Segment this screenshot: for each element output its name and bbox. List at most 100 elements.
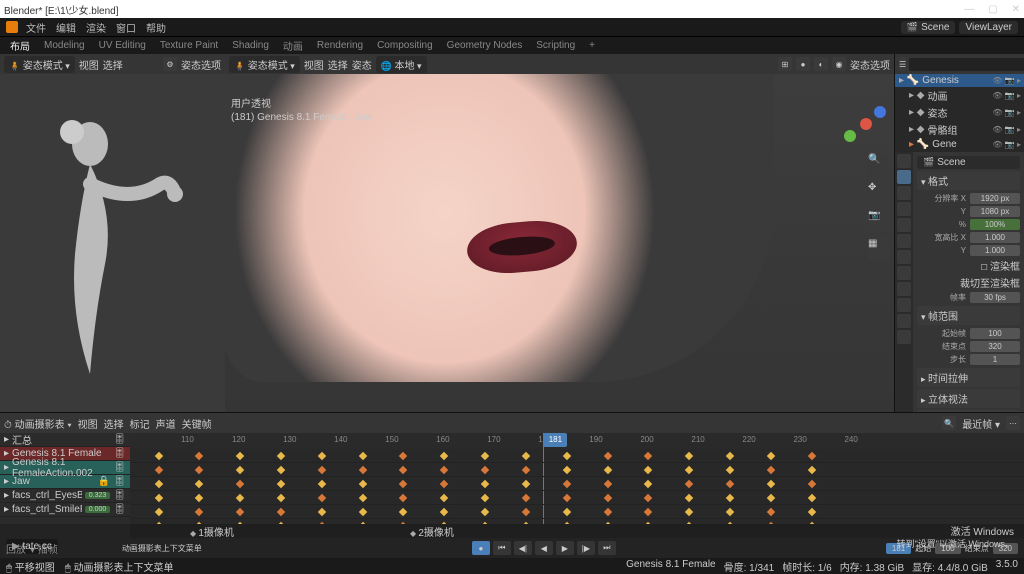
play-reverse-button[interactable]: ◀ (535, 541, 553, 555)
tab-layout[interactable]: 布局 (10, 38, 30, 53)
tab-data-icon[interactable] (897, 314, 911, 328)
menu-window[interactable]: 窗口 (116, 20, 136, 35)
fps-field[interactable]: 30 fps (970, 292, 1020, 303)
menu-render[interactable]: 渲染 (86, 20, 106, 35)
shading-solid-icon[interactable]: ● (796, 57, 810, 71)
watermark: ▶ tate.cc (6, 539, 58, 554)
panel-format[interactable]: ▾ 格式 (917, 171, 1020, 190)
minimize-icon[interactable]: — (964, 4, 974, 15)
shading-rendered-icon[interactable]: ◉ (832, 57, 846, 71)
menu-help[interactable]: 帮助 (146, 20, 166, 35)
viewport-overlay-text: 用户透视 (181) Genesis 8.1 Female : Jaw (231, 98, 373, 124)
autokey-button[interactable]: ● (472, 541, 490, 555)
outliner-header: ☰ ▼ (895, 54, 1024, 74)
orientation-selector[interactable]: 🌐 本地 ▾ (376, 56, 427, 73)
tl-menu-key[interactable]: 关键帧 (182, 416, 212, 431)
shading-wireframe-icon[interactable]: ⊞ (778, 57, 792, 71)
nav-gizmo[interactable] (844, 102, 888, 146)
menu-file[interactable]: 文件 (26, 20, 46, 35)
vp-menu-view2[interactable]: 视图 (304, 57, 324, 72)
tab-world-icon[interactable] (897, 218, 911, 232)
aspect-x-field[interactable]: 1.000 (970, 232, 1020, 243)
tab-shading[interactable]: Shading (232, 40, 269, 51)
play-button[interactable]: ▶ (556, 541, 574, 555)
outliner-search[interactable] (909, 58, 1024, 71)
playback-bar: 回放 ▾ 插帧 动画摄影表上下文菜单 ● ⏮ ◀| ◀ ▶ |▶ ⏭ 181 起… (0, 538, 1024, 558)
shading-material-icon[interactable]: ◐ (814, 57, 828, 71)
tab-physics-icon[interactable] (897, 282, 911, 296)
tab-render-icon[interactable] (897, 154, 911, 168)
tl-footer-text: 动画摄影表上下文菜单 (122, 543, 202, 554)
perspective-icon[interactable]: ▦ (868, 238, 890, 260)
mode-selector-left[interactable]: 🧍 姿态模式 ▾ (4, 56, 75, 73)
maximize-icon[interactable]: ▢ (988, 4, 997, 15)
outliner-tree[interactable]: ▸ 🦴Genesis👁 📷 ▸▸ ◆动画👁 📷 ▸▸ ◆姿态👁 📷 ▸▸ ◆骨骼… (895, 74, 1024, 152)
tab-particle-icon[interactable] (897, 266, 911, 280)
tab-texpaint[interactable]: Texture Paint (160, 40, 218, 51)
axis-x-icon[interactable] (860, 118, 872, 130)
aspect-y-field[interactable]: 1.000 (970, 245, 1020, 256)
marker-region[interactable]: ◆ 1摄像机 ◆ 2摄像机 (130, 524, 1024, 538)
start-frame-field[interactable]: 100 (970, 328, 1020, 339)
axis-z-icon[interactable] (874, 106, 886, 118)
tl-filter-icon[interactable]: 🔍 (942, 416, 956, 430)
prev-key-button[interactable]: ◀| (514, 541, 532, 555)
tab-geonodes[interactable]: Geometry Nodes (447, 40, 523, 51)
tl-menu-marker[interactable]: 标记 (130, 416, 150, 431)
scene-name-field[interactable]: 🎬 Scene (917, 156, 1020, 169)
pose-options-left[interactable]: ⚙ (163, 57, 177, 71)
mode-selector-mid[interactable]: 🧍 姿态模式 ▾ (229, 56, 300, 73)
tab-add[interactable]: + (589, 40, 595, 51)
main-3d-viewport[interactable]: 用户透视 (181) Genesis 8.1 Female : Jaw 🔍 ✥ … (225, 74, 894, 412)
blender-logo-icon (6, 21, 18, 33)
vp-menu-select2[interactable]: 选择 (328, 57, 348, 72)
tl-more-icon[interactable]: ⋯ (1006, 416, 1020, 430)
scene-selector[interactable]: 🎬 Scene (901, 21, 956, 34)
vp-menu-pose[interactable]: 姿态 (352, 57, 372, 72)
end-frame-field[interactable]: 320 (970, 341, 1020, 352)
camera-view-icon[interactable]: 📷 (868, 210, 890, 232)
res-x-field[interactable]: 1920 px (970, 193, 1020, 204)
vp-menu-select[interactable]: 选择 (103, 57, 123, 72)
step-field[interactable]: 1 (970, 354, 1020, 365)
move-view-icon[interactable]: ✥ (868, 182, 890, 204)
panel-stereo[interactable]: ▸ 立体视法 (917, 389, 1020, 408)
dopesheet-tracks[interactable]: 1101201301401501601701801902002102202302… (130, 433, 1024, 524)
tl-menu-select[interactable]: 选择 (104, 416, 124, 431)
tab-object-icon[interactable] (897, 234, 911, 248)
snap-mode[interactable]: 最近帧 ▾ (962, 416, 1000, 431)
outliner-mode-icon[interactable]: ☰ (899, 57, 906, 71)
jump-start-button[interactable]: ⏮ (493, 541, 511, 555)
panel-output[interactable]: ▾ 输出 (917, 410, 1020, 412)
next-key-button[interactable]: |▶ (577, 541, 595, 555)
jump-end-button[interactable]: ⏭ (598, 541, 616, 555)
channel-list[interactable]: ▸汇总🎚▸Genesis 8.1 Female🎚▸Genesis 8.1 Fem… (0, 433, 130, 524)
tab-uv[interactable]: UV Editing (99, 40, 146, 51)
dopesheet-mode[interactable]: ⏱ 动画摄影表 ▾ (4, 416, 72, 431)
tl-menu-channel[interactable]: 声道 (156, 416, 176, 431)
tab-anim[interactable]: 动画 (283, 38, 303, 53)
tl-menu-view[interactable]: 视图 (78, 416, 98, 431)
tab-compositing[interactable]: Compositing (377, 40, 433, 51)
left-3d-viewport[interactable] (0, 74, 225, 412)
tab-modeling[interactable]: Modeling (44, 40, 85, 51)
tab-viewlayer-icon[interactable] (897, 186, 911, 200)
menu-edit[interactable]: 编辑 (56, 20, 76, 35)
res-y-field[interactable]: 1080 px (970, 206, 1020, 217)
tab-output-icon[interactable] (897, 170, 911, 184)
panel-framerange[interactable]: ▾ 帧范围 (917, 306, 1020, 325)
tab-constraint-icon[interactable] (897, 298, 911, 312)
res-pct-field[interactable]: 100% (970, 219, 1020, 230)
vp-menu-view[interactable]: 视图 (79, 57, 99, 72)
viewlayer-selector[interactable]: ViewLayer (959, 21, 1018, 34)
axis-y-icon[interactable] (844, 130, 856, 142)
panel-timestretch[interactable]: ▸ 时间拉伸 (917, 368, 1020, 387)
tab-bone-icon[interactable] (897, 330, 911, 344)
close-icon[interactable]: ✕ (1012, 4, 1020, 15)
tab-modifier-icon[interactable] (897, 250, 911, 264)
tab-scene-icon[interactable] (897, 202, 911, 216)
windows-watermark: 激活 Windows转到"设置"以激活 Windows。 (897, 527, 1014, 550)
tab-scripting[interactable]: Scripting (536, 40, 575, 51)
zoom-icon[interactable]: 🔍 (868, 154, 890, 176)
tab-rendering[interactable]: Rendering (317, 40, 363, 51)
